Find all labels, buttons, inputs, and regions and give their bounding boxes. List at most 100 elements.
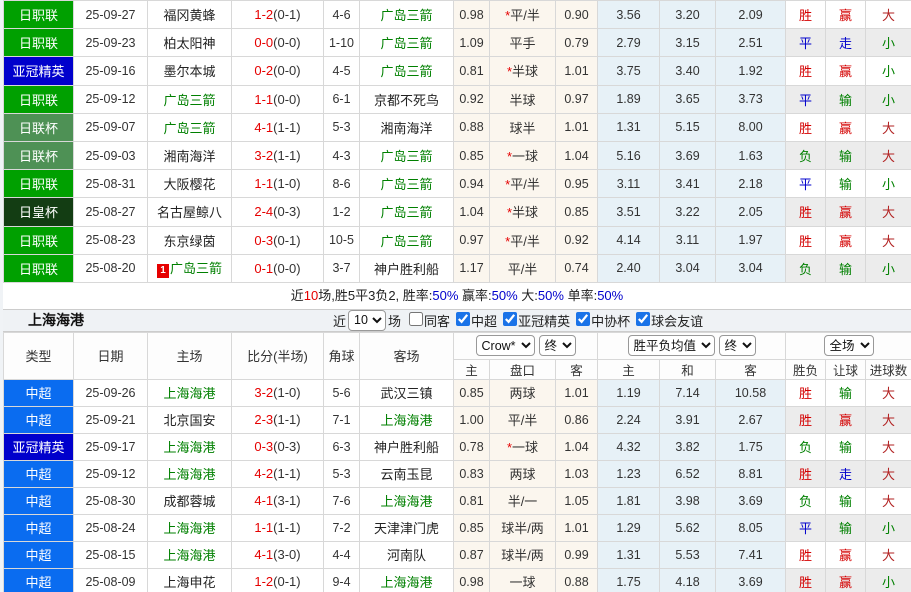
filter-controls: 近 10 场 同客中超亚冠精英中协杯球会友谊 [333,310,705,331]
filter-checkbox[interactable] [456,312,470,326]
asia-home-odds: 0.85 [454,514,490,541]
euro-away-odds: 1.92 [716,57,786,85]
score: 1-1(1-0) [232,170,324,198]
match-date: 25-08-09 [74,568,148,592]
corner-score: 4-3 [324,141,360,169]
result-handicap: 输 [826,433,866,460]
half-time-score: (0-0) [273,92,300,107]
home-team-name: 福冈黄蜂 [163,8,215,23]
match-date: 25-09-26 [74,379,148,406]
euro-away-odds: 2.18 [716,170,786,198]
asia-away-odds: 1.01 [556,113,598,141]
full-time-score: 0-2 [254,63,273,78]
match-date: 25-08-31 [74,170,148,198]
asia-away-odds: 0.74 [556,254,598,282]
asia-handicap: 球半 [490,113,556,141]
asia-handicap: *半球 [490,57,556,85]
result-win-draw-loss: 平 [786,29,826,57]
euro-draw-odds: 3.69 [660,141,716,169]
league-badge: 中超 [4,406,74,433]
euro-away-odds: 1.63 [716,141,786,169]
euro-home-odds: 1.75 [598,568,660,592]
filter-label: 同客 [424,314,450,329]
match-row: 日职联25-08-201广岛三箭0-1(0-0)3-7神户胜利船1.17平/半0… [4,254,911,282]
league-badge: 日职联 [4,1,74,29]
corner-score: 5-6 [324,379,360,406]
result-goals: 大 [866,113,911,141]
result-win-draw-loss: 胜 [786,57,826,85]
home-team-name: 广岛三箭 [163,121,215,136]
score: 1-1(1-1) [232,514,324,541]
asia-home-odds: 0.87 [454,541,490,568]
euro-final-select[interactable]: 终 [719,335,756,356]
euro-away-odds: 3.04 [716,254,786,282]
away-team: 广岛三箭 [360,57,454,85]
asia-home-odds: 0.88 [454,113,490,141]
away-team: 广岛三箭 [360,226,454,254]
asia-away-odds: 1.04 [556,141,598,169]
result-handicap: 走 [826,29,866,57]
score: 1-1(0-0) [232,85,324,113]
euro-away-odds: 8.05 [716,514,786,541]
handicap-line: 一球 [509,575,535,590]
full-time-score: 4-2 [254,466,273,481]
asia-home-odds: 0.94 [454,170,490,198]
away-team-name: 上海海港 [380,413,432,428]
full-time-score: 3-2 [254,385,273,400]
match-date: 25-08-27 [74,198,148,226]
asia-away-odds: 0.97 [556,85,598,113]
corner-score: 6-3 [324,433,360,460]
home-team-name: 墨尔本城 [163,64,215,79]
handicap-line: 半球 [509,93,535,108]
euro-draw-odds: 7.14 [660,379,716,406]
asia-away-odds: 0.86 [556,406,598,433]
full-time-score: 3-2 [254,148,273,163]
away-team: 上海海港 [360,487,454,514]
euro-draw-odds: 3.04 [660,254,716,282]
filter-checkbox[interactable] [636,312,650,326]
scope-select[interactable]: 全场 [824,335,874,356]
match-date: 25-08-30 [74,487,148,514]
away-team-name: 广岛三箭 [380,64,432,79]
result-goals: 小 [866,254,911,282]
away-team-name: 广岛三箭 [380,177,432,192]
home-team: 湘南海洋 [148,141,232,169]
home-team: 上海申花 [148,568,232,592]
score: 3-2(1-1) [232,141,324,169]
euro-draw-odds: 5.62 [660,514,716,541]
euro-draw-odds: 4.18 [660,568,716,592]
filter-checkbox[interactable] [503,312,517,326]
match-row: 日职联25-08-31大阪樱花1-1(1-0)8-6广岛三箭0.94*平/半0.… [4,170,911,198]
full-time-score: 0-0 [254,35,273,50]
euro-average-select[interactable]: 胜平负均值 [628,335,715,356]
odds-company-select[interactable]: Crow* [476,335,535,356]
filter-checkbox[interactable] [576,312,590,326]
filter-checkbox[interactable] [409,312,423,326]
asia-away-odds: 1.01 [556,514,598,541]
result-goals: 小 [866,85,911,113]
away-team-name: 神户胜利船 [374,440,439,455]
match-row: 日职联25-09-12广岛三箭1-1(0-0)6-1京都不死鸟0.92半球0.9… [4,85,911,113]
asia-final-select[interactable]: 终 [539,335,576,356]
result-win-draw-loss: 负 [786,433,826,460]
result-goals: 大 [866,460,911,487]
home-team: 上海海港 [148,433,232,460]
match-row: 日职联25-09-23柏太阳神0-0(0-0)1-10广岛三箭1.09平手0.7… [4,29,911,57]
asia-home-odds: 1.09 [454,29,490,57]
score: 4-1(3-1) [232,487,324,514]
sub-col-header: 和 [660,359,716,379]
away-team-name: 云南玉昆 [380,467,432,482]
summary-segment: 场,胜5平3负2, 胜率: [318,288,432,303]
away-team: 云南玉昆 [360,460,454,487]
result-win-draw-loss: 平 [786,514,826,541]
euro-draw-odds: 3.20 [660,1,716,29]
corner-score: 1-10 [324,29,360,57]
league-badge: 中超 [4,514,74,541]
result-handicap: 赢 [826,568,866,592]
result-handicap: 赢 [826,541,866,568]
result-handicap: 赢 [826,406,866,433]
match-count-select[interactable]: 10 [348,310,386,331]
away-team-name: 广岛三箭 [380,205,432,220]
result-goals: 大 [866,379,911,406]
euro-home-odds: 1.23 [598,460,660,487]
